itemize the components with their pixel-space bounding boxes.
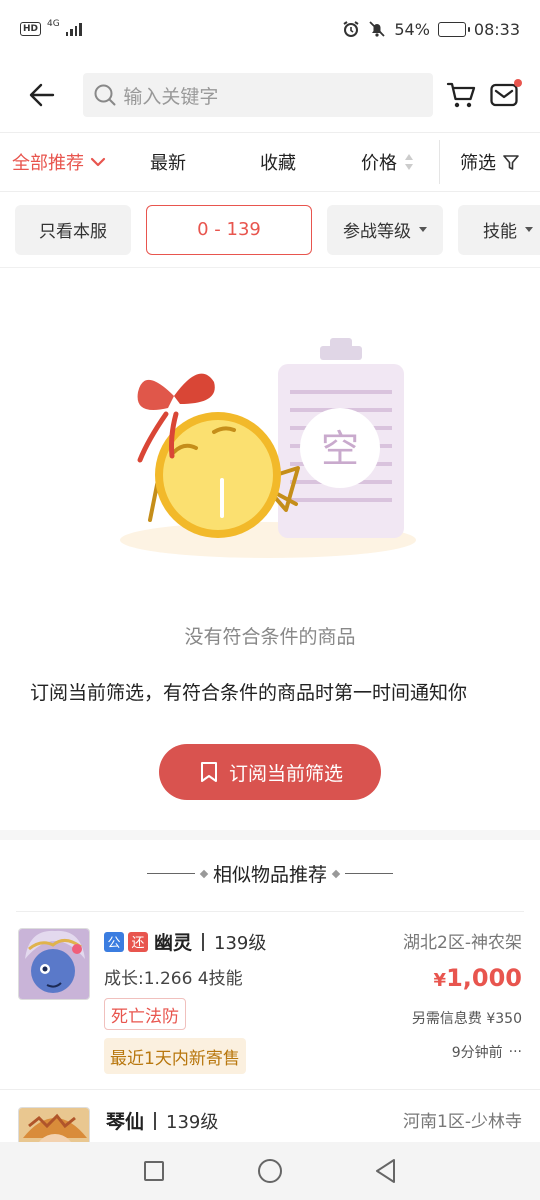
- message-button[interactable]: [483, 73, 526, 117]
- sort-favorites-label: 收藏: [260, 153, 296, 174]
- status-right: 54% 08:33: [342, 20, 520, 39]
- search-input[interactable]: 输入关键字: [83, 73, 434, 117]
- network-type: 4G: [47, 18, 60, 29]
- return-tag: 还: [128, 931, 148, 952]
- title-separator: [202, 932, 205, 951]
- notification-dot: [513, 79, 522, 87]
- subscribe-button[interactable]: 订阅当前筛选: [159, 744, 381, 800]
- title-line-left: [146, 873, 195, 874]
- subscribe-button-label: 订阅当前筛选: [228, 762, 343, 785]
- sort-newest-label: 最新: [150, 153, 186, 174]
- product-level: 139级: [166, 1111, 219, 1133]
- filter-icon: [503, 155, 519, 170]
- empty-char: 空: [321, 427, 359, 471]
- clock: 08:33: [473, 19, 520, 39]
- sort-arrows-icon: [405, 154, 413, 170]
- status-bar: HD 4G 54% 08:33: [0, 0, 540, 58]
- cart-icon: [446, 82, 475, 108]
- chevron-down-icon: [90, 157, 106, 167]
- battery-percent: 54%: [394, 19, 430, 39]
- price-value: 1,000: [446, 964, 522, 992]
- more-icon[interactable]: ···: [509, 1044, 522, 1060]
- product-name: 琴仙: [106, 1111, 145, 1133]
- public-tag: 公: [104, 931, 124, 952]
- back-nav-button[interactable]: [369, 1154, 403, 1188]
- product-server: 河南1区-少林寺: [403, 1112, 522, 1132]
- product-title: 公 还 幽灵 139级: [104, 928, 266, 955]
- triangle-back-icon: [376, 1159, 395, 1183]
- filter-label: 筛选: [460, 153, 496, 174]
- sort-all-label: 全部推荐: [12, 153, 84, 174]
- pet-avatar: [18, 928, 90, 1000]
- section-separator: [0, 830, 540, 840]
- sort-bar: 全部推荐 最新 收藏 价格 筛选: [0, 132, 540, 192]
- level-range-chip[interactable]: 0 - 139: [146, 204, 312, 255]
- listing-time-text: 9分钟前: [451, 1045, 503, 1061]
- sort-price-label: 价格: [361, 153, 397, 174]
- ghost-avatar-image: [19, 929, 89, 999]
- battle-level-chip[interactable]: 参战等级: [327, 204, 443, 255]
- product-server: 湖北2区-神农架: [403, 933, 522, 953]
- server-only-chip[interactable]: 只看本服: [15, 204, 131, 255]
- subscribe-tip: 订阅当前筛选，有符合条件的商品时第一时间通知你: [30, 682, 468, 704]
- diamond-icon: [199, 869, 209, 878]
- listing-time: 9分钟前 ···: [452, 1042, 522, 1062]
- product-price: ¥1,000: [434, 964, 522, 992]
- product-name: 幽灵: [154, 932, 193, 954]
- caret-down-icon: [419, 227, 427, 232]
- arrow-left-icon: [29, 83, 54, 107]
- skill-badge: 死亡法防: [104, 998, 186, 1030]
- caret-down-icon: [525, 227, 533, 232]
- title-line-right: [345, 873, 393, 874]
- system-nav-bar: [0, 1142, 540, 1200]
- circle-icon: [258, 1159, 282, 1183]
- back-button[interactable]: [14, 67, 69, 123]
- sort-price[interactable]: 价格: [338, 133, 438, 191]
- product-level: 139级: [214, 932, 267, 954]
- top-bar: 输入关键字: [0, 58, 540, 132]
- mute-icon: [369, 21, 385, 37]
- hd-badge: HD: [20, 22, 42, 36]
- empty-state-illustration: 空: [120, 338, 416, 558]
- new-listing-badge: 最近1天内新寄售: [104, 1038, 246, 1074]
- signal-icon: [65, 22, 82, 36]
- home-button[interactable]: [253, 1154, 287, 1188]
- empty-message: 没有符合条件的商品: [184, 626, 356, 648]
- skills-label: 技能: [483, 222, 517, 242]
- search-placeholder: 输入关键字: [123, 85, 219, 108]
- sort-favorites[interactable]: 收藏: [218, 133, 338, 191]
- sort-newest[interactable]: 最新: [118, 133, 218, 191]
- recents-button[interactable]: [137, 1154, 171, 1188]
- bookmark-icon: [200, 762, 217, 782]
- currency-symbol: ¥: [433, 970, 447, 991]
- product-card[interactable]: 公 还 幽灵 139级 成长:1.266 4技能 死亡法防 最近1天内新寄售 湖…: [0, 912, 540, 1090]
- similar-title-text: 相似物品推荐: [212, 864, 327, 886]
- status-left: HD 4G: [20, 18, 82, 36]
- info-fee: 另需信息费 ¥350: [411, 1011, 522, 1027]
- skills-chip[interactable]: 技能: [458, 204, 540, 255]
- sort-all-dropdown[interactable]: 全部推荐: [0, 133, 118, 191]
- battery-icon: [437, 21, 470, 37]
- cart-button[interactable]: [439, 73, 482, 117]
- product-title: 琴仙 139级: [104, 1107, 218, 1134]
- battle-level-label: 参战等级: [343, 222, 411, 242]
- product-growth: 成长:1.266 4技能: [104, 969, 243, 989]
- quick-filter-bar: 只看本服 0 - 139 参战等级 技能: [0, 192, 540, 268]
- alarm-icon: [343, 21, 359, 37]
- title-separator: [154, 1111, 157, 1130]
- square-icon: [144, 1161, 164, 1181]
- filter-button[interactable]: 筛选: [440, 133, 540, 191]
- diamond-icon: [331, 869, 341, 878]
- search-icon: [94, 84, 116, 106]
- similar-section-title: 相似物品推荐: [0, 860, 540, 887]
